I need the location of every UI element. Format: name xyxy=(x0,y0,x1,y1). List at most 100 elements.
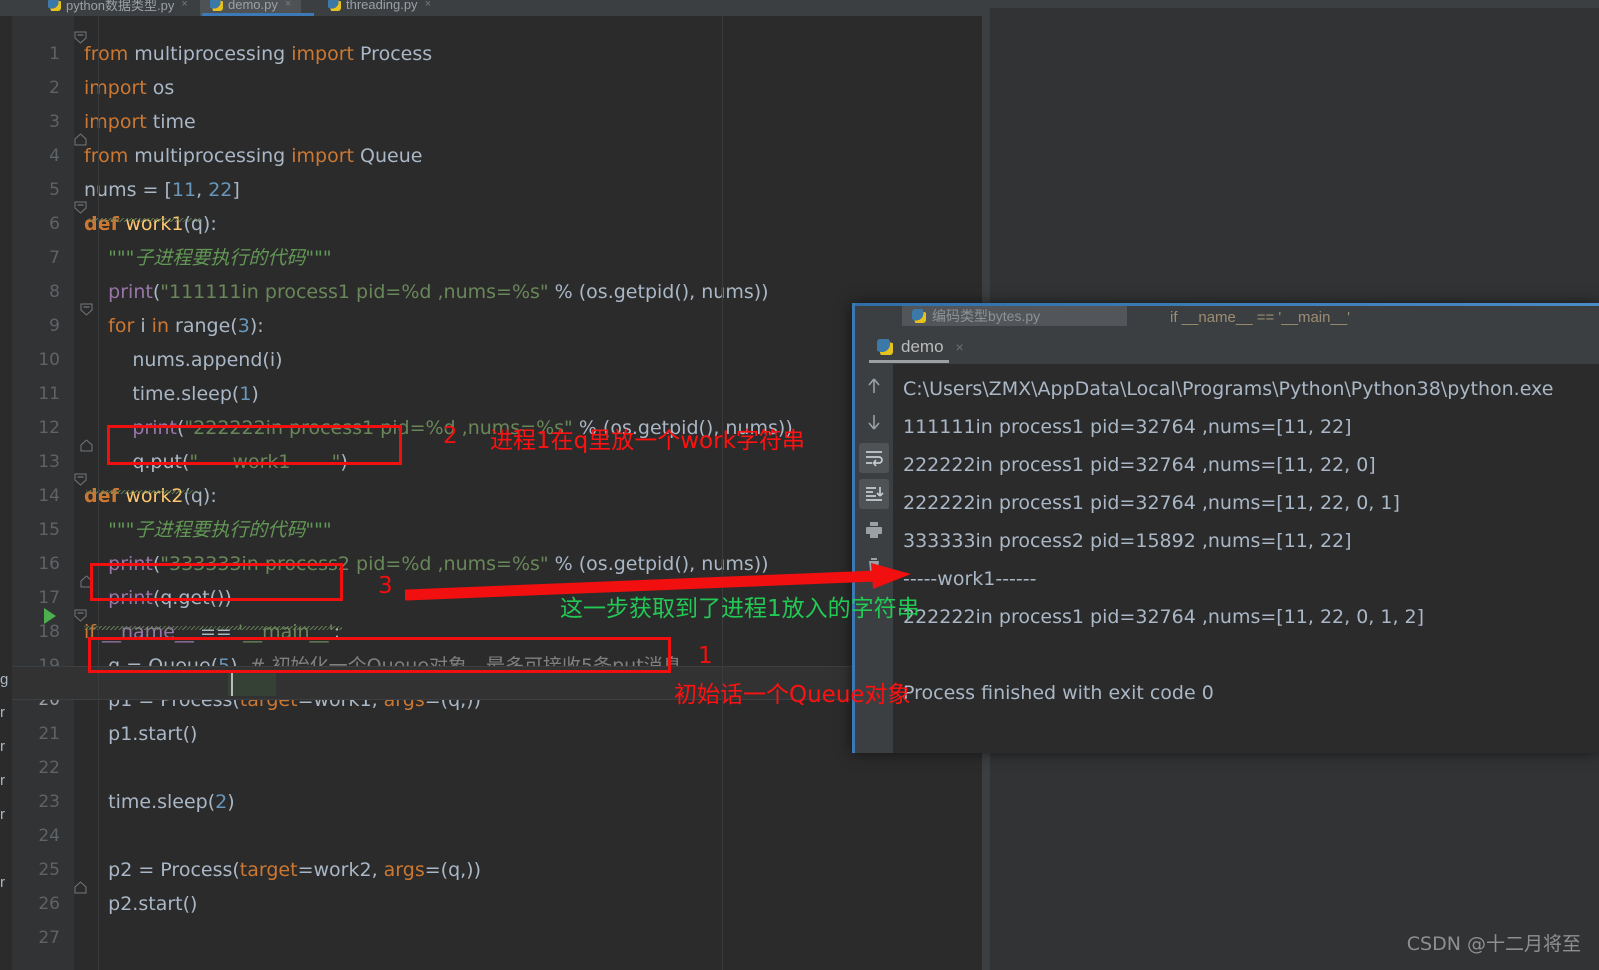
close-icon[interactable]: × xyxy=(425,0,431,10)
code-line[interactable]: import time xyxy=(84,105,196,139)
code-fold-icon[interactable] xyxy=(80,303,93,316)
code-token: args xyxy=(383,859,425,881)
console-tab-demo[interactable]: demo × xyxy=(877,333,964,361)
code-line[interactable]: p2 = Process(target=work2, args=(q,)) xyxy=(84,853,481,887)
code-token: i xyxy=(140,315,152,337)
editor-tab-python-types[interactable]: python数据类型.py × xyxy=(38,0,198,16)
arrow-up-icon[interactable] xyxy=(859,371,889,401)
line-number: 11 xyxy=(38,384,60,404)
line-number: 9 xyxy=(49,316,60,336)
console-output-line: C:\Users\ZMX\AppData\Local\Programs\Pyth… xyxy=(903,378,1554,400)
code-token: ) xyxy=(251,383,259,405)
code-line[interactable]: print("111111in process1 pid=%d ,nums=%s… xyxy=(84,275,768,309)
line-number: 14 xyxy=(38,486,60,506)
line-number: 7 xyxy=(49,248,60,268)
code-token: print xyxy=(108,281,153,303)
code-token: 3 xyxy=(237,315,250,337)
line-number: 25 xyxy=(38,860,60,880)
annotation-number-1: 1 xyxy=(698,643,713,669)
code-line[interactable]: """子进程要执行的代码""" xyxy=(84,513,331,547)
code-token: work1 xyxy=(125,213,184,235)
code-token: def xyxy=(84,485,126,507)
code-token: target xyxy=(239,859,298,881)
code-line[interactable]: from multiprocessing import Queue xyxy=(84,139,422,173)
inspection-squiggle xyxy=(84,626,342,630)
code-token: import xyxy=(291,145,361,167)
code-line[interactable]: p2.start() xyxy=(84,887,197,921)
annotation-text-put-string: 进程1在q里放一个work字符串 xyxy=(490,428,805,454)
soft-wrap-icon[interactable] xyxy=(859,443,889,473)
close-icon[interactable]: × xyxy=(181,0,187,10)
breadcrumb: if __name__ == '__main__' xyxy=(1170,309,1351,326)
console-output-line: 333333in process2 pid=15892 ,nums=[11, 2… xyxy=(903,530,1352,552)
background-editor-tab-bytes[interactable]: 编码类型bytes.py xyxy=(902,306,1127,326)
background-panel-character: r xyxy=(0,772,5,789)
print-icon[interactable] xyxy=(859,515,889,545)
console-output-line: 111111in process1 pid=32764 ,nums=[11, 2… xyxy=(903,416,1352,438)
console-output-line: 222222in process1 pid=32764 ,nums=[11, 2… xyxy=(903,492,1400,514)
close-icon[interactable]: × xyxy=(285,0,291,10)
code-token: (q): xyxy=(183,213,217,235)
text-caret xyxy=(231,672,233,696)
line-number: 24 xyxy=(38,826,60,846)
code-token: time.sleep( xyxy=(84,383,240,405)
code-line[interactable]: for i in range(3): xyxy=(84,309,264,343)
code-fold-icon[interactable] xyxy=(74,201,87,214)
editor-tab-label: demo.py xyxy=(228,0,278,12)
python-run-config-icon xyxy=(877,339,893,355)
code-token: p2 = Process( xyxy=(84,859,240,881)
code-fold-icon[interactable] xyxy=(74,881,87,894)
code-token: import xyxy=(84,77,153,99)
code-line[interactable]: time.sleep(2) xyxy=(84,785,235,819)
code-line[interactable]: def work1(q): xyxy=(84,207,217,241)
code-fold-icon[interactable] xyxy=(74,609,87,622)
code-token: (q): xyxy=(183,485,217,507)
line-number: 27 xyxy=(38,928,60,948)
code-fold-icon[interactable] xyxy=(74,133,87,146)
line-number: 26 xyxy=(38,894,60,914)
code-token: work2 xyxy=(125,485,184,507)
code-token: =work2, xyxy=(297,859,384,881)
line-number: 17 xyxy=(38,588,60,608)
code-line[interactable]: nums = [11, 22] xyxy=(84,173,240,207)
code-token: 1 xyxy=(239,383,252,405)
line-number: 2 xyxy=(49,78,60,98)
code-token: ): xyxy=(249,315,264,337)
python-file-icon xyxy=(328,0,341,11)
code-line[interactable]: """子进程要执行的代码""" xyxy=(84,241,332,275)
scroll-to-end-icon[interactable] xyxy=(859,479,889,509)
selected-token-highlight xyxy=(228,672,276,696)
code-line[interactable]: p1.start() xyxy=(84,717,197,751)
code-text-area[interactable]: from multiprocessing import Process impor… xyxy=(84,16,984,970)
line-number: 22 xyxy=(38,758,60,778)
editor-tab-threading[interactable]: threading.py × xyxy=(318,0,441,16)
run-gutter-icon[interactable] xyxy=(42,607,58,625)
code-line[interactable]: nums.append(i) xyxy=(84,343,282,377)
line-number: 10 xyxy=(38,350,60,370)
code-line[interactable]: time.sleep(1) xyxy=(84,377,259,411)
code-token: p1.start() xyxy=(84,723,198,745)
code-token: from xyxy=(84,43,135,65)
code-token: 11 xyxy=(171,179,197,201)
code-fold-icon[interactable] xyxy=(80,439,93,452)
annotation-text-queue-init: 初始话一个Queue对象 xyxy=(674,682,911,708)
console-output[interactable]: C:\Users\ZMX\AppData\Local\Programs\Pyth… xyxy=(893,364,1599,753)
line-number: 5 xyxy=(49,180,60,200)
line-number: 15 xyxy=(38,520,60,540)
code-fold-icon[interactable] xyxy=(74,31,87,44)
indent-guide xyxy=(722,16,723,970)
python-file-icon xyxy=(210,0,223,11)
code-token: import xyxy=(84,111,153,133)
code-line[interactable]: from multiprocessing import Process xyxy=(84,37,432,71)
code-token: p2.start() xyxy=(84,893,198,915)
console-output-line: Process finished with exit code 0 xyxy=(903,682,1214,704)
console-tab-label: demo xyxy=(901,337,944,356)
close-icon[interactable]: × xyxy=(956,339,964,355)
code-fold-icon[interactable] xyxy=(74,473,87,486)
arrow-down-icon[interactable] xyxy=(859,407,889,437)
code-line[interactable]: def work2(q): xyxy=(84,479,217,513)
indent-guide xyxy=(98,16,99,970)
code-token: multiprocessing xyxy=(134,145,292,167)
background-tab-label: 编码类型bytes.py xyxy=(932,308,1041,324)
code-token: """子进程要执行的代码""" xyxy=(84,247,332,269)
